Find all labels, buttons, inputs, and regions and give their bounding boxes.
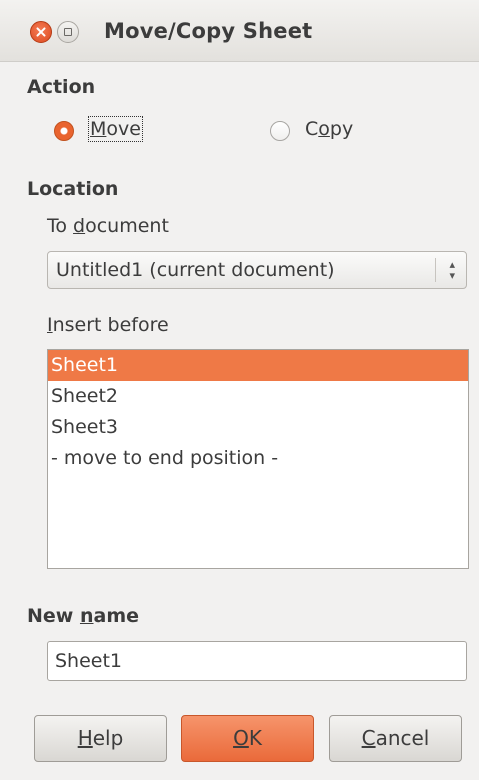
copy-radio-label[interactable]: Copy <box>305 118 353 140</box>
list-item[interactable]: Sheet2 <box>48 381 468 412</box>
cancel-button[interactable]: Cancel <box>329 715 462 762</box>
dialog-title: Move/Copy Sheet <box>104 19 313 43</box>
help-button[interactable]: Help <box>34 715 167 762</box>
document-select-value: Untitled1 (current document) <box>56 259 335 281</box>
new-name-label: New name <box>27 605 140 627</box>
up-down-arrows-icon: ▴ ▾ <box>449 258 455 282</box>
move-radio-label[interactable]: Move <box>88 116 143 142</box>
list-item[interactable]: Sheet3 <box>48 412 468 443</box>
document-select[interactable]: Untitled1 (current document) ▴ ▾ <box>47 251 467 289</box>
ok-button[interactable]: OK <box>181 715 314 762</box>
new-name-value: Sheet1 <box>55 650 123 672</box>
close-icon[interactable] <box>30 21 52 43</box>
combo-divider <box>435 258 436 282</box>
copy-radio[interactable] <box>270 121 290 141</box>
action-heading: Action <box>27 76 96 98</box>
insert-before-list[interactable]: Sheet1 Sheet2 Sheet3 - move to end posit… <box>47 349 469 569</box>
title-bar: Move/Copy Sheet <box>0 0 479 62</box>
location-heading: Location <box>27 178 119 200</box>
list-item[interactable]: Sheet1 <box>48 350 468 381</box>
move-radio[interactable] <box>54 121 74 141</box>
list-item[interactable]: - move to end position - <box>48 443 468 474</box>
insert-before-label: Insert before <box>47 314 169 336</box>
to-document-label: To document <box>47 215 169 237</box>
new-name-input[interactable]: Sheet1 <box>47 641 467 681</box>
maximize-icon[interactable] <box>57 21 79 43</box>
